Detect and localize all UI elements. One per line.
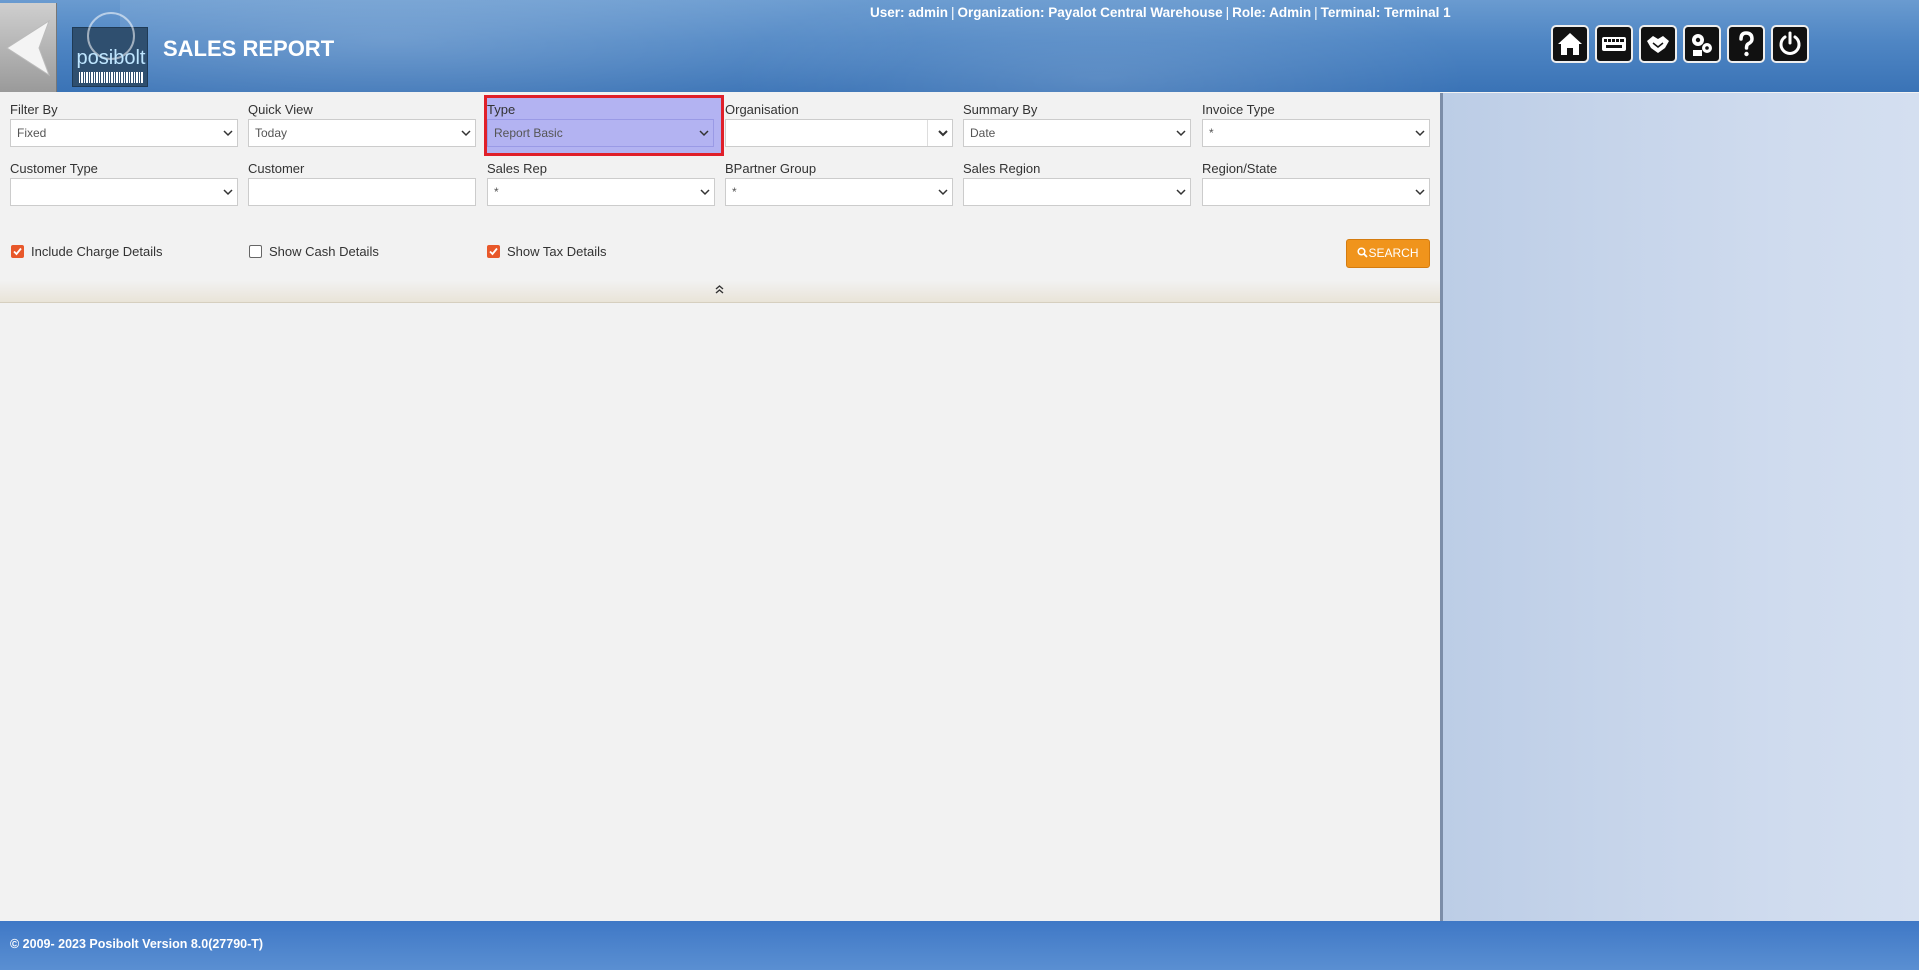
type-value: Report Basic bbox=[494, 126, 563, 140]
help-button[interactable] bbox=[1727, 25, 1765, 63]
user-info: User: admin | Organization: Payalot Centra… bbox=[870, 5, 1451, 20]
summary-by-select[interactable]: Date bbox=[963, 119, 1191, 147]
bpartner-group-label: BPartner Group bbox=[725, 161, 817, 176]
copyright-text: © 2009- 2023 Posibolt Version 8.0(27790-… bbox=[10, 937, 264, 951]
filter-by-field: Filter By Fixed bbox=[10, 101, 238, 147]
show-cash-details-checkbox[interactable] bbox=[249, 245, 262, 258]
posibolt-logo: posibolt bbox=[72, 12, 148, 87]
bpartner-group-field: BPartner Group * bbox=[725, 160, 953, 206]
settings-icon bbox=[1692, 34, 1712, 56]
user-label: User: admin bbox=[870, 5, 949, 20]
checkmark-icon bbox=[13, 247, 22, 256]
settings-button[interactable] bbox=[1683, 25, 1721, 63]
filter-by-label: Filter By bbox=[10, 102, 58, 117]
chevron-down-icon bbox=[1415, 130, 1425, 137]
sales-rep-label: Sales Rep bbox=[487, 161, 547, 176]
search-icon bbox=[1357, 247, 1369, 258]
summary-by-value: Date bbox=[970, 126, 996, 140]
keyboard-icon bbox=[1602, 37, 1626, 51]
show-tax-details-checkbox[interactable] bbox=[487, 245, 500, 258]
invoice-type-field: Invoice Type * bbox=[1202, 101, 1430, 147]
power-icon bbox=[1779, 31, 1801, 55]
partner-button[interactable] bbox=[1639, 25, 1677, 63]
invoice-type-select[interactable]: * bbox=[1202, 119, 1430, 147]
quick-view-label: Quick View bbox=[248, 102, 313, 117]
keyboard-button[interactable] bbox=[1595, 25, 1633, 63]
sales-region-select[interactable] bbox=[963, 178, 1191, 206]
organisation-label: Organisation bbox=[725, 102, 799, 117]
chevron-down-icon bbox=[1176, 130, 1186, 137]
include-charge-details-option[interactable]: Include Charge Details bbox=[11, 244, 163, 259]
chevron-down-icon bbox=[700, 189, 710, 196]
checkmark-icon bbox=[489, 247, 498, 256]
quick-view-select[interactable]: Today bbox=[248, 119, 476, 147]
include-charge-details-label: Include Charge Details bbox=[31, 244, 163, 259]
back-arrow-icon bbox=[6, 19, 50, 77]
type-field: Type Report Basic bbox=[487, 101, 715, 147]
customer-input[interactable] bbox=[248, 178, 476, 206]
app-header: posibolt SALES REPORT User: admin | Organi… bbox=[0, 0, 1919, 92]
page-title: SALES REPORT bbox=[163, 36, 335, 61]
sales-region-label: Sales Region bbox=[963, 161, 1041, 176]
region-state-label: Region/State bbox=[1202, 161, 1278, 176]
filter-by-value: Fixed bbox=[17, 126, 47, 140]
invoice-type-label: Invoice Type bbox=[1202, 102, 1275, 117]
type-label: Type bbox=[487, 102, 516, 117]
sales-rep-field: Sales Rep * bbox=[487, 160, 715, 206]
customer-type-field: Customer Type bbox=[10, 160, 238, 206]
home-icon bbox=[1558, 33, 1582, 55]
customer-type-select[interactable] bbox=[10, 178, 238, 206]
back-button[interactable] bbox=[0, 3, 57, 92]
organisation-combobox[interactable] bbox=[725, 119, 953, 147]
chevron-down-icon bbox=[938, 189, 948, 196]
combobox-divider bbox=[927, 120, 928, 146]
chevron-down-icon bbox=[1176, 189, 1186, 196]
quick-view-value: Today bbox=[255, 126, 288, 140]
summary-by-label: Summary By bbox=[963, 102, 1038, 117]
search-label: SEARCH bbox=[1368, 246, 1419, 260]
chevron-down-icon bbox=[938, 130, 948, 137]
help-icon bbox=[1739, 31, 1754, 57]
show-cash-details-label: Show Cash Details bbox=[269, 244, 379, 259]
organization-label: Organization: Payalot Central Warehouse bbox=[957, 5, 1223, 20]
collapse-filters-bar[interactable] bbox=[0, 280, 1440, 303]
show-cash-details-option[interactable]: Show Cash Details bbox=[249, 244, 379, 259]
logo-text: posibolt bbox=[76, 47, 146, 69]
quick-view-field: Quick View Today bbox=[248, 101, 476, 147]
region-state-field: Region/State bbox=[1202, 160, 1430, 206]
customer-label: Customer bbox=[248, 161, 305, 176]
role-label: Role: Admin bbox=[1232, 5, 1312, 20]
logout-button[interactable] bbox=[1771, 25, 1809, 63]
right-side-panel bbox=[1440, 93, 1919, 921]
report-content-area bbox=[0, 303, 1440, 921]
bpartner-group-select[interactable]: * bbox=[725, 178, 953, 206]
chevron-down-icon bbox=[1415, 189, 1425, 196]
logo-barcode bbox=[79, 72, 143, 83]
chevron-down-icon bbox=[223, 189, 233, 196]
sales-rep-value: * bbox=[494, 185, 499, 199]
bpartner-group-value: * bbox=[732, 185, 737, 199]
chevron-down-icon bbox=[461, 130, 471, 137]
sales-rep-select[interactable]: * bbox=[487, 178, 715, 206]
summary-by-field: Summary By Date bbox=[963, 101, 1191, 147]
handshake-icon bbox=[1647, 36, 1669, 53]
chevron-down-icon bbox=[223, 130, 233, 137]
chevron-down-icon bbox=[699, 130, 709, 137]
show-tax-details-label: Show Tax Details bbox=[507, 244, 607, 259]
show-tax-details-option[interactable]: Show Tax Details bbox=[487, 244, 606, 259]
search-button[interactable]: SEARCH bbox=[1346, 239, 1430, 268]
home-button[interactable] bbox=[1551, 25, 1589, 63]
type-select[interactable]: Report Basic bbox=[487, 119, 714, 147]
sales-region-field: Sales Region bbox=[963, 160, 1191, 206]
customer-type-label: Customer Type bbox=[10, 161, 98, 176]
customer-field: Customer bbox=[248, 160, 476, 206]
organisation-field: Organisation bbox=[725, 101, 953, 147]
include-charge-details-checkbox[interactable] bbox=[11, 245, 24, 258]
app-footer: © 2009- 2023 Posibolt Version 8.0(27790-… bbox=[0, 921, 1919, 970]
filter-by-select[interactable]: Fixed bbox=[10, 119, 238, 147]
region-state-select[interactable] bbox=[1202, 178, 1430, 206]
double-chevron-up-icon bbox=[715, 285, 724, 294]
terminal-label: Terminal: Terminal 1 bbox=[1320, 5, 1451, 20]
invoice-type-value: * bbox=[1209, 126, 1214, 140]
